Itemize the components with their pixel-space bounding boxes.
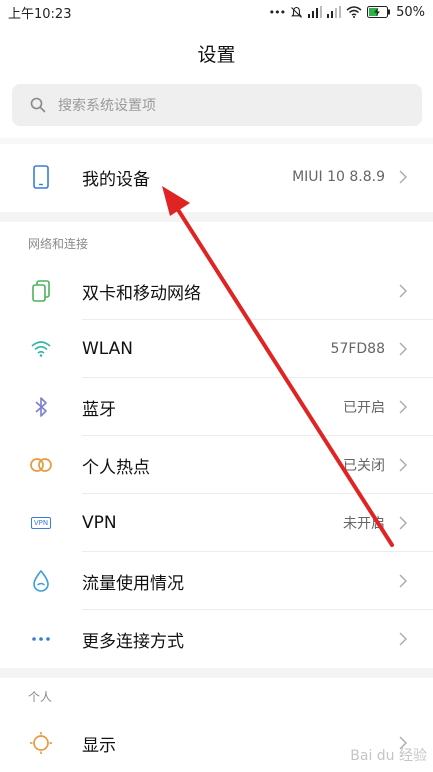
page-title: 设置 [197,44,236,66]
signal-icon-2 [327,6,342,18]
my-device-item[interactable]: 我的设备 MIUI 10 8.8.9 [0,148,433,206]
battery-percent: 50% [396,4,425,20]
status-bar: 上午10:23 ••• 50% [0,0,433,24]
search-icon [30,97,46,113]
chevron-right-icon [399,342,407,356]
more-connections-item[interactable]: 更多连接方式 [0,610,433,668]
sun-icon [28,730,54,756]
vpn-item[interactable]: VPN VPN 未开启 [0,494,433,552]
search-placeholder: 搜索系统设置项 [58,98,156,114]
search-bar[interactable]: 搜索系统设置项 [12,84,422,126]
more-dots-icon [28,626,54,652]
sim-cards-icon [28,278,54,304]
section-personal-label: 个人 [28,690,53,704]
chevron-right-icon [399,632,407,646]
display-label: 显示 [82,735,116,756]
status-dots: ••• [268,5,286,19]
vpn-icon: VPN [28,510,54,536]
more-connections-label: 更多连接方式 [82,631,184,652]
status-icons: ••• 50% [269,5,425,20]
chevron-right-icon [399,170,407,184]
vpn-label: VPN [82,513,117,533]
signal-icon-1 [308,6,323,18]
mute-bell-icon [290,6,303,19]
data-usage-item[interactable]: 流量使用情况 [0,552,433,610]
separator [0,668,433,678]
chevron-right-icon [399,284,407,298]
hotspot-item[interactable]: 个人热点 已关闭 [0,436,433,494]
separator [0,212,433,222]
bluetooth-label: 蓝牙 [82,399,116,420]
wlan-label: WLAN [82,339,134,359]
phone-icon [28,164,54,190]
chevron-right-icon [399,458,407,472]
chevron-right-icon [399,574,407,588]
bluetooth-icon [28,394,54,420]
wlan-value: 57FD88 [330,341,385,357]
battery-icon [367,6,391,18]
data-usage-label: 流量使用情况 [82,573,184,594]
bluetooth-item[interactable]: 蓝牙 已开启 [0,378,433,436]
water-drop-icon [28,568,54,594]
separator [0,138,433,144]
my-device-value: MIUI 10 8.8.9 [292,169,385,185]
watermark: Bai du 经验 [350,748,427,764]
chevron-right-icon [399,516,407,530]
hotspot-label: 个人热点 [82,457,150,478]
wlan-item[interactable]: WLAN 57FD88 [0,320,433,378]
chevron-right-icon [399,400,407,414]
vpn-badge: VPN [30,517,52,529]
dual-sim-label: 双卡和移动网络 [82,283,201,304]
bluetooth-value: 已开启 [343,400,385,416]
vpn-value: 未开启 [343,516,385,532]
hotspot-value: 已关闭 [343,458,385,474]
section-network-label: 网络和连接 [28,237,89,251]
hotspot-icon [28,452,54,478]
my-device-label: 我的设备 [82,169,150,190]
wifi-icon [28,336,54,362]
dual-sim-item[interactable]: 双卡和移动网络 [0,262,433,320]
status-time: 上午10:23 [8,6,72,22]
wifi-status-icon [346,6,362,18]
